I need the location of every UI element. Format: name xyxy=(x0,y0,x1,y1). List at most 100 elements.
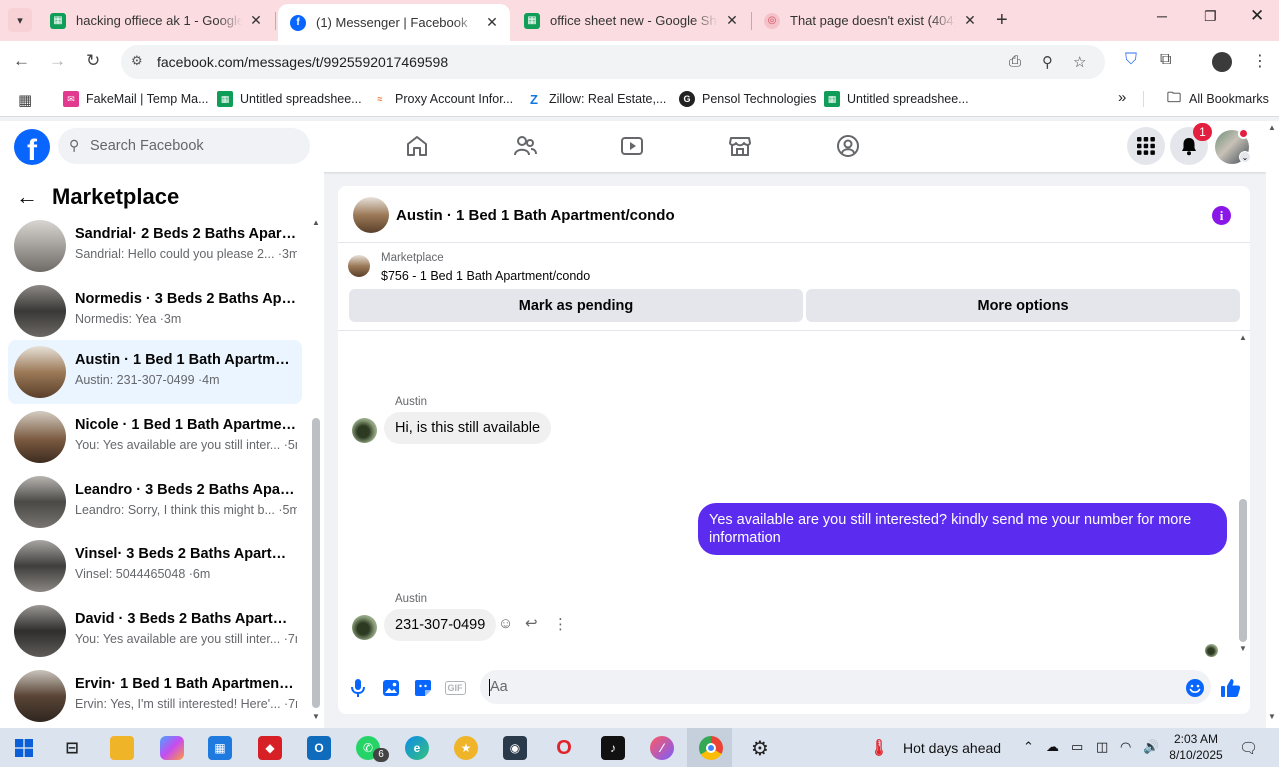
thermometer-icon[interactable]: 🌡 xyxy=(869,736,889,760)
scroll-up-icon[interactable]: ▲ xyxy=(312,218,320,227)
mark-as-pending-button[interactable]: Mark as pending xyxy=(349,289,803,322)
video-icon[interactable] xyxy=(619,133,645,159)
chevron-up-icon[interactable]: ⌃ xyxy=(1023,739,1034,755)
scroll-up-icon[interactable]: ▲ xyxy=(1239,333,1247,342)
opera-icon[interactable]: O xyxy=(552,736,576,760)
conversation-item[interactable]: Vinsel· 3 Beds 2 Baths Apartme... Vinsel… xyxy=(8,534,302,598)
tab-reddit[interactable]: ◎ That page doesn't exist (404) - Reddit… xyxy=(752,0,988,41)
scroll-down-icon[interactable]: ▼ xyxy=(312,712,320,721)
scroll-down-icon[interactable]: ▼ xyxy=(1268,712,1276,721)
conversation-item[interactable]: Ervin· 1 Bed 1 Bath Apartment/c... Ervin… xyxy=(8,664,302,728)
notifications-center-icon[interactable]: 🗨 xyxy=(1239,739,1258,757)
install-app-icon[interactable]: ⎙ xyxy=(1009,53,1021,70)
settings-gear-icon[interactable]: ⚙ xyxy=(748,736,772,760)
photo-icon[interactable] xyxy=(380,677,402,699)
tab-search-button[interactable]: ▾ xyxy=(8,8,32,32)
app-icon[interactable]: ◉ xyxy=(503,736,527,760)
marketplace-icon[interactable] xyxy=(727,133,753,159)
bookmark-star-icon[interactable]: ☆ xyxy=(1073,53,1086,71)
search-input[interactable] xyxy=(90,128,300,164)
site-info-icon[interactable]: ⚙ xyxy=(131,53,143,69)
battery-icon[interactable]: ▭ xyxy=(1071,739,1083,755)
anydesk-icon[interactable]: ◆ xyxy=(258,736,282,760)
scrollbar-thumb[interactable] xyxy=(312,418,320,708)
onedrive-cloud-icon[interactable]: ☁ xyxy=(1046,739,1059,755)
bookmark-untitled-spreadsheet-1[interactable]: ▦ Untitled spreadshee... xyxy=(217,91,362,107)
messages-scrollbar[interactable]: ▲ ▼ xyxy=(1239,333,1248,653)
profile-avatar[interactable] xyxy=(1212,52,1232,72)
microsoft-store-icon[interactable]: ▦ xyxy=(208,736,232,760)
sender-avatar[interactable] xyxy=(352,418,377,443)
thumbs-up-icon[interactable] xyxy=(1219,677,1241,699)
medal-icon[interactable]: ★ xyxy=(454,736,478,760)
apps-grid-icon[interactable]: ▦ xyxy=(18,91,32,109)
bookmark-pensol[interactable]: G Pensol Technologies xyxy=(679,91,816,107)
incoming-message[interactable]: Hi, is this still available xyxy=(384,412,552,444)
new-tab-button[interactable]: + xyxy=(996,9,1008,32)
incoming-message[interactable]: 231-307-0499 xyxy=(384,609,497,641)
info-icon[interactable]: i xyxy=(1212,206,1231,225)
task-view-icon[interactable]: ⊟ xyxy=(60,736,84,760)
reply-icon[interactable]: ↩ xyxy=(525,614,538,632)
reload-icon[interactable]: ↻ xyxy=(86,51,100,71)
more-options-button[interactable]: More options xyxy=(806,289,1240,322)
bookmark-zillow[interactable]: Z Zillow: Real Estate,... xyxy=(526,91,666,107)
device-icon[interactable]: ◫ xyxy=(1096,739,1108,755)
close-icon[interactable]: ✕ xyxy=(962,12,978,29)
listing-avatar[interactable] xyxy=(353,197,389,233)
scroll-up-icon[interactable]: ▲ xyxy=(1268,123,1276,132)
forward-arrow-icon[interactable]: → xyxy=(49,51,66,71)
back-arrow-icon[interactable]: ← xyxy=(16,184,38,210)
sticker-icon[interactable] xyxy=(412,677,434,699)
sender-avatar[interactable] xyxy=(352,615,377,640)
all-bookmarks-button[interactable]: 🗀 All Bookmarks xyxy=(1143,89,1269,107)
react-emoji-icon[interactable]: ☺ xyxy=(498,615,513,632)
conversation-item[interactable]: Sandrial· 2 Beds 2 Baths Apartm... Sandr… xyxy=(8,214,302,278)
conversation-item[interactable]: Normedis · 3 Beds 2 Baths Apar... Normed… xyxy=(8,279,302,343)
zoom-icon[interactable]: ⚲ xyxy=(1042,53,1053,71)
outlook-icon[interactable]: O xyxy=(307,736,331,760)
tiktok-icon[interactable]: ♪ xyxy=(601,736,625,760)
home-icon[interactable] xyxy=(404,133,430,159)
shield-extension-icon[interactable]: ⛉ xyxy=(1125,51,1137,69)
tab-google-sheets-2[interactable]: ▦ office sheet new - Google Sheets ✕ xyxy=(512,0,750,41)
extensions-icon[interactable]: ⧉ xyxy=(1160,51,1171,69)
conversation-item[interactable]: Nicole · 1 Bed 1 Bath Apartment... You: … xyxy=(8,405,302,469)
conversation-item[interactable]: Leandro · 3 Beds 2 Baths Apart... Leandr… xyxy=(8,470,302,534)
file-explorer-icon[interactable] xyxy=(110,736,134,760)
tab-google-sheets-1[interactable]: ▦ hacking offiece ak 1 - Google Sheets ✕ xyxy=(38,0,274,41)
outgoing-message[interactable]: Yes available are you still interested? … xyxy=(698,503,1227,555)
chat-title[interactable]: Austin · 1 Bed 1 Bath Apartment/condo xyxy=(396,207,675,224)
restore-icon[interactable]: ❐ xyxy=(1204,8,1217,25)
weather-text[interactable]: Hot days ahead xyxy=(903,740,1001,756)
bookmark-untitled-spreadsheet-2[interactable]: ▦ Untitled spreadshee... xyxy=(824,91,969,107)
url-text[interactable]: facebook.com/messages/t/9925592017469598 xyxy=(157,54,448,70)
page-scrollbar[interactable]: ▲ ▼ xyxy=(1266,121,1279,728)
tab-messenger[interactable]: f (1) Messenger | Facebook ✕ xyxy=(278,4,510,41)
wifi-icon[interactable]: ◠ xyxy=(1120,739,1131,755)
chrome-icon[interactable] xyxy=(699,736,723,760)
menu-dots-icon[interactable]: ⋮ xyxy=(1252,51,1268,71)
close-icon[interactable]: ✕ xyxy=(484,14,500,31)
close-icon[interactable]: ✕ xyxy=(724,12,740,29)
address-bar[interactable]: ⚙ facebook.com/messages/t/99255920174695… xyxy=(121,45,1105,79)
microphone-icon[interactable] xyxy=(347,677,369,699)
menu-grid-button[interactable] xyxy=(1127,127,1165,165)
gif-icon[interactable]: GIF xyxy=(444,677,466,699)
volume-icon[interactable]: 🔊 xyxy=(1143,739,1159,755)
scrollbar-thumb[interactable] xyxy=(1239,499,1247,642)
windows-start-icon[interactable] xyxy=(12,736,36,760)
copilot-icon[interactable] xyxy=(160,736,184,760)
bookmark-fakemail[interactable]: ✉ FakeMail | Temp Ma... xyxy=(63,91,209,107)
system-clock[interactable]: 2:03 AM 8/10/2025 xyxy=(1166,731,1226,763)
facebook-logo-icon[interactable]: f xyxy=(14,129,50,165)
more-dots-icon[interactable]: ⋮ xyxy=(553,615,568,633)
close-window-icon[interactable]: ✕ xyxy=(1250,6,1264,26)
app-icon[interactable]: ⁄ xyxy=(650,736,674,760)
emoji-icon[interactable] xyxy=(1184,677,1206,699)
bookmark-proxy-account[interactable]: ≈ Proxy Account Infor... xyxy=(372,91,513,107)
chevron-down-icon[interactable]: ⌄ xyxy=(1239,151,1251,163)
friends-icon[interactable] xyxy=(512,133,538,159)
edge-icon[interactable]: e xyxy=(405,736,429,760)
conversation-item[interactable]: David · 3 Beds 2 Baths Apartme... You: Y… xyxy=(8,599,302,663)
